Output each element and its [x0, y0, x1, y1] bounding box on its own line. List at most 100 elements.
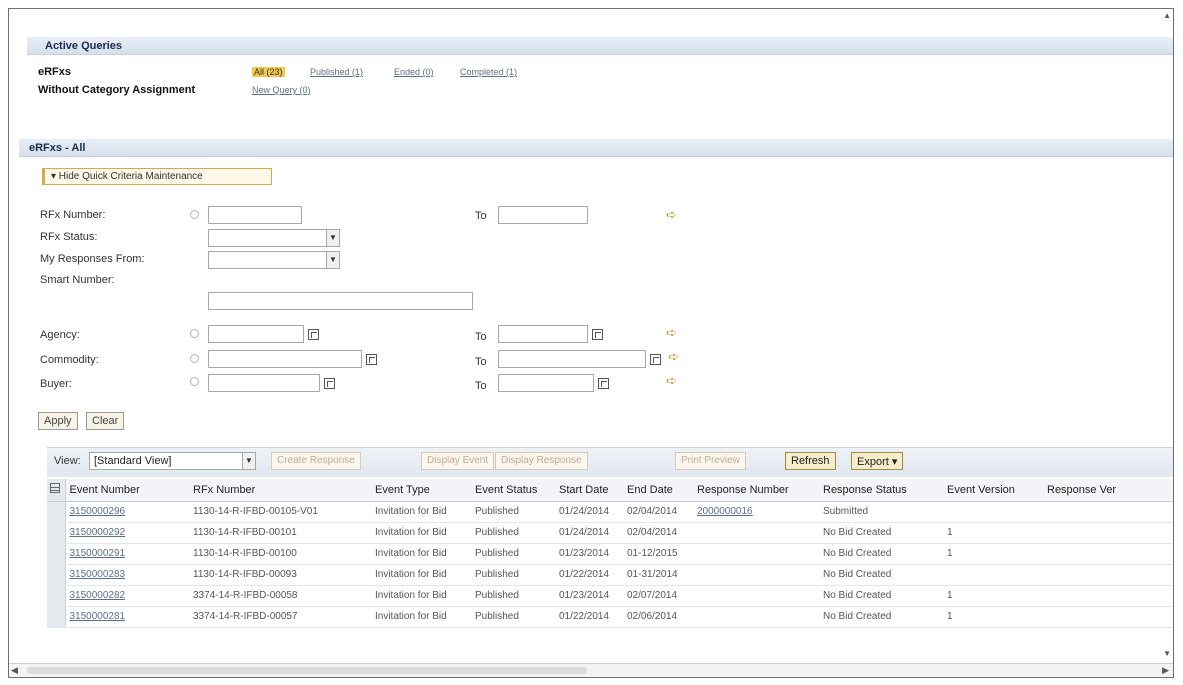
- agency-from-value-help-icon[interactable]: [308, 329, 319, 340]
- event-number-link[interactable]: 3150000296: [70, 506, 126, 517]
- col-response-number[interactable]: Response Number: [693, 479, 819, 502]
- buyer-to-input[interactable]: [498, 374, 594, 392]
- col-end-date[interactable]: End Date: [623, 479, 693, 502]
- rfx-status-select[interactable]: ▼: [208, 229, 340, 247]
- col-rfx-number[interactable]: RFx Number: [189, 479, 371, 502]
- scroll-left-arrow-icon[interactable]: ◀: [11, 664, 18, 677]
- create-response-button[interactable]: Create Response: [271, 452, 361, 470]
- event-number-link[interactable]: 3150000292: [70, 527, 126, 538]
- agency-from-input[interactable]: [208, 325, 304, 343]
- commodity-to-label: To: [475, 356, 487, 368]
- event-number-link[interactable]: 3150000283: [70, 569, 126, 580]
- table-row[interactable]: 3150000281 3374-14-R-IFBD-00057 Invitation…: [47, 606, 1173, 628]
- new-query-link[interactable]: New Query (0): [252, 85, 311, 95]
- rfx-number-radio[interactable]: [190, 210, 199, 219]
- print-preview-button[interactable]: Print Preview: [675, 452, 746, 470]
- commodity-radio[interactable]: [190, 354, 199, 363]
- query-link-ended[interactable]: Ended (0): [394, 67, 434, 77]
- row-selector[interactable]: [47, 543, 66, 565]
- cell-response-version: [1043, 522, 1173, 544]
- scrollbar-thumb[interactable]: [27, 667, 587, 674]
- cell-end-date: 02/06/2014: [623, 606, 693, 628]
- scroll-up-arrow-icon[interactable]: ▲: [1163, 11, 1171, 20]
- buyer-to-value-help-icon[interactable]: [598, 378, 609, 389]
- event-number-link[interactable]: 3150000281: [70, 611, 126, 622]
- apply-button[interactable]: Apply: [38, 412, 78, 430]
- cell-response-version: [1043, 501, 1173, 523]
- commodity-go-icon[interactable]: ➪: [668, 349, 679, 365]
- buyer-go-icon[interactable]: ➪: [666, 373, 677, 389]
- row-selector[interactable]: [47, 606, 66, 628]
- col-start-date[interactable]: Start Date: [555, 479, 623, 502]
- cell-end-date: 02/07/2014: [623, 585, 693, 607]
- commodity-from-input[interactable]: [208, 350, 362, 368]
- cell-response-status: No Bid Created: [819, 564, 943, 586]
- table-row[interactable]: 3150000283 1130-14-R-IFBD-00093 Invitation…: [47, 564, 1173, 586]
- cell-response-number[interactable]: 2000000016: [693, 501, 819, 523]
- col-event-type[interactable]: Event Type: [371, 479, 471, 502]
- col-response-version[interactable]: Response Ver: [1043, 479, 1173, 502]
- hide-quick-criteria-toggle[interactable]: ▾ Hide Quick Criteria Maintenance: [42, 168, 272, 185]
- commodity-to-input[interactable]: [498, 350, 646, 368]
- query-link-completed[interactable]: Completed (1): [460, 67, 517, 77]
- row-selector[interactable]: [47, 501, 66, 523]
- rfx-number-to-input[interactable]: [498, 206, 588, 224]
- my-responses-from-select[interactable]: ▼: [208, 251, 340, 269]
- view-select-arrow[interactable]: ▼: [242, 452, 256, 470]
- cell-event-type: Invitation for Bid: [371, 501, 471, 523]
- table-row[interactable]: 3150000282 3374-14-R-IFBD-00058 Invitation…: [47, 585, 1173, 607]
- chevron-down-icon: ▼: [242, 453, 255, 469]
- buyer-radio[interactable]: [190, 377, 199, 386]
- grid-settings-icon[interactable]: [50, 483, 60, 494]
- smart-number-label: Smart Number:: [40, 274, 115, 286]
- cell-event-number[interactable]: 3150000292: [65, 522, 189, 544]
- col-response-status[interactable]: Response Status: [819, 479, 943, 502]
- query-link-published[interactable]: Published (1): [310, 67, 363, 77]
- agency-go-icon[interactable]: ➪: [666, 325, 677, 341]
- export-button[interactable]: Export ▾: [851, 452, 904, 470]
- select-all-cell[interactable]: [47, 479, 66, 502]
- cell-event-number[interactable]: 3150000282: [65, 585, 189, 607]
- rfx-status-label: RFx Status:: [40, 231, 98, 243]
- cell-event-number[interactable]: 3150000281: [65, 606, 189, 628]
- erfxs-label: eRFxs: [38, 66, 72, 78]
- table-row[interactable]: 3150000296 1130-14-R-IFBD-00105-V01 Invita…: [47, 501, 1173, 523]
- query-link-all[interactable]: All (23): [252, 67, 285, 77]
- active-queries-title: Active Queries: [45, 40, 123, 52]
- scroll-right-arrow-icon[interactable]: ▶: [1162, 664, 1169, 677]
- row-selector[interactable]: [47, 564, 66, 586]
- col-event-number[interactable]: Event Number: [65, 479, 189, 502]
- buyer-from-value-help-icon[interactable]: [324, 378, 335, 389]
- response-number-link[interactable]: 2000000016: [697, 506, 753, 517]
- col-event-status[interactable]: Event Status: [471, 479, 555, 502]
- view-select[interactable]: [Standard View]: [89, 452, 244, 470]
- event-number-link[interactable]: 3150000291: [70, 548, 126, 559]
- cell-event-number[interactable]: 3150000283: [65, 564, 189, 586]
- cell-event-number[interactable]: 3150000296: [65, 501, 189, 523]
- commodity-to-value-help-icon[interactable]: [650, 354, 661, 365]
- smart-number-input[interactable]: [208, 292, 473, 310]
- row-selector[interactable]: [47, 585, 66, 607]
- clear-button[interactable]: Clear: [86, 412, 125, 430]
- agency-radio[interactable]: [190, 329, 199, 338]
- cell-event-number[interactable]: 3150000291: [65, 543, 189, 565]
- display-event-button[interactable]: Display Event: [421, 452, 495, 470]
- rfx-number-go-icon[interactable]: ➪: [666, 207, 677, 223]
- row-selector[interactable]: [47, 522, 66, 544]
- agency-to-input[interactable]: [498, 325, 588, 343]
- cell-event-type: Invitation for Bid: [371, 585, 471, 607]
- without-category-label: Without Category Assignment: [38, 84, 196, 96]
- event-number-link[interactable]: 3150000282: [70, 590, 126, 601]
- display-response-button[interactable]: Display Response: [495, 452, 588, 470]
- scroll-down-arrow-icon[interactable]: ▼: [1163, 649, 1171, 658]
- rfx-number-from-input[interactable]: [208, 206, 302, 224]
- refresh-button[interactable]: Refresh: [785, 452, 836, 470]
- table-row[interactable]: 3150000291 1130-14-R-IFBD-00100 Invitation…: [47, 543, 1173, 565]
- buyer-from-input[interactable]: [208, 374, 320, 392]
- cell-end-date: 01-31/2014: [623, 564, 693, 586]
- col-event-version[interactable]: Event Version: [943, 479, 1043, 502]
- agency-to-value-help-icon[interactable]: [592, 329, 603, 340]
- commodity-from-value-help-icon[interactable]: [366, 354, 377, 365]
- horizontal-scrollbar[interactable]: ◀ ▶: [9, 663, 1173, 677]
- table-row[interactable]: 3150000292 1130-14-R-IFBD-00101 Invitation…: [47, 522, 1173, 544]
